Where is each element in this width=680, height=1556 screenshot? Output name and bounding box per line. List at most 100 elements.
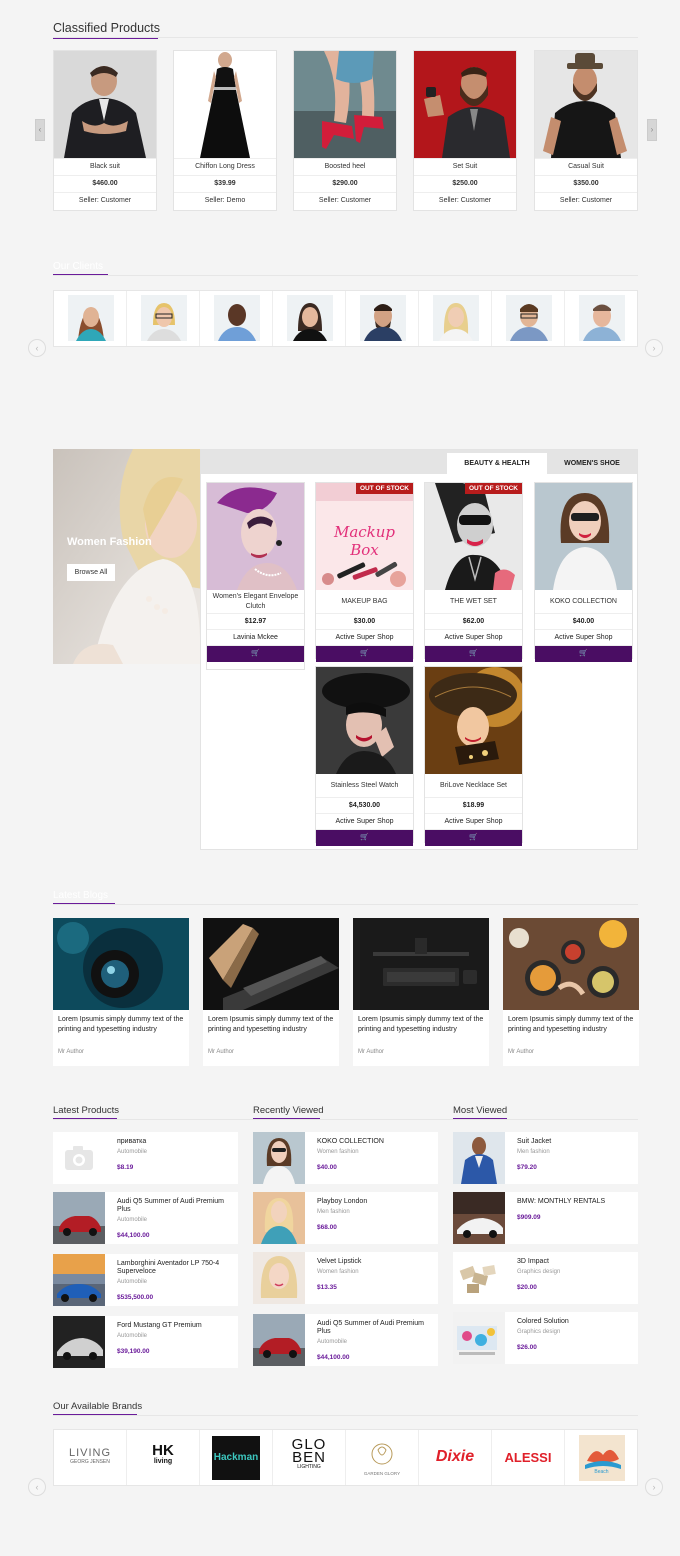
product-image[interactable]: [535, 483, 632, 590]
add-to-cart-button[interactable]: 🛒: [535, 646, 632, 662]
client-logo[interactable]: [565, 291, 638, 346]
prev-arrow-button[interactable]: ‹: [35, 119, 45, 141]
product-card[interactable]: OUT OF STOCK THE WET SET $62.00 Active S…: [424, 482, 523, 662]
product-name[interactable]: Set Suit: [414, 158, 516, 175]
client-logo[interactable]: [54, 291, 127, 346]
brand-logo-alessi[interactable]: ALESSI: [492, 1430, 565, 1485]
product-thumbnail[interactable]: [253, 1132, 305, 1184]
product-thumbnail[interactable]: [453, 1312, 505, 1364]
classified-card[interactable]: Set Suit $250.00 Seller: Customer: [413, 50, 517, 211]
product-thumbnail[interactable]: [53, 1132, 105, 1184]
product-name[interactable]: Lamborghini Aventador LP 750-4 Supervelo…: [117, 1260, 232, 1276]
brand-logo-hackman[interactable]: Hackman: [200, 1430, 273, 1485]
product-name[interactable]: Audi Q5 Summer of Audi Premium Plus: [317, 1320, 432, 1336]
product-thumbnail[interactable]: [453, 1192, 505, 1244]
product-thumbnail[interactable]: [453, 1132, 505, 1184]
clients-next-button[interactable]: ›: [645, 339, 663, 357]
recent-product-item[interactable]: KOKO COLLECTION Women fashion $40.00: [253, 1132, 438, 1184]
add-to-cart-button[interactable]: 🛒: [425, 646, 522, 662]
product-name[interactable]: MAKEUP BAG: [316, 590, 413, 614]
add-to-cart-button[interactable]: 🛒: [316, 646, 413, 662]
add-to-cart-button[interactable]: 🛒: [316, 830, 413, 846]
product-image[interactable]: [425, 667, 522, 774]
brands-prev-button[interactable]: ‹: [28, 1478, 46, 1496]
product-name[interactable]: Suit Jacket: [517, 1138, 632, 1146]
product-shop[interactable]: Lavinia Mckee: [207, 630, 304, 646]
classified-card[interactable]: Chiffon Long Dress $39.99 Seller: Demo: [173, 50, 277, 211]
blog-card[interactable]: Lorem Ipsumis simply dummy text of the p…: [203, 918, 339, 1066]
product-name[interactable]: Women's Elegant Envelope Clutch: [207, 590, 304, 614]
product-thumbnail[interactable]: [253, 1252, 305, 1304]
blog-excerpt[interactable]: Lorem Ipsumis simply dummy text of the p…: [53, 1010, 189, 1049]
brand-logo-garden-glory[interactable]: GARDEN GLORY: [346, 1430, 419, 1485]
product-name[interactable]: Chiffon Long Dress: [174, 158, 276, 175]
latest-product-item[interactable]: приватка Automobile $8.19: [53, 1132, 238, 1184]
client-logo[interactable]: [346, 291, 419, 346]
clients-prev-button[interactable]: ‹: [28, 339, 46, 357]
product-thumbnail[interactable]: [253, 1314, 305, 1366]
product-card[interactable]: Women's Elegant Envelope Clutch $12.97 L…: [206, 482, 305, 670]
tab-womens-shoe[interactable]: WOMEN'S SHOE: [547, 453, 637, 474]
product-thumbnail[interactable]: [53, 1192, 105, 1244]
product-name[interactable]: 3D Impact: [517, 1258, 632, 1266]
product-image[interactable]: OUT OF STOCK: [425, 483, 522, 590]
brand-logo-globen[interactable]: GLO BEN LIGHTING: [273, 1430, 346, 1485]
product-thumbnail[interactable]: [53, 1254, 105, 1306]
product-name[interactable]: Boosted heel: [294, 158, 396, 175]
brands-next-button[interactable]: ›: [645, 1478, 663, 1496]
classified-card[interactable]: Casual Suit $350.00 Seller: Customer: [534, 50, 638, 211]
classified-card[interactable]: Black suit $460.00 Seller: Customer: [53, 50, 157, 211]
tab-beauty-health[interactable]: BEAUTY & HEALTH: [447, 453, 547, 474]
product-name[interactable]: Colored Solution: [517, 1318, 632, 1326]
product-shop[interactable]: Active Super Shop: [535, 630, 632, 646]
next-arrow-button[interactable]: ›: [647, 119, 657, 141]
product-image[interactable]: [54, 51, 156, 158]
latest-product-item[interactable]: Audi Q5 Summer of Audi Premium Plus Auto…: [53, 1192, 238, 1244]
client-logo[interactable]: [127, 291, 200, 346]
product-name[interactable]: KOKO COLLECTION: [535, 590, 632, 614]
recent-product-item[interactable]: Playboy London Men fashion $68.00: [253, 1192, 438, 1244]
product-name[interactable]: Black suit: [54, 158, 156, 175]
blog-excerpt[interactable]: Lorem Ipsumis simply dummy text of the p…: [203, 1010, 339, 1049]
blog-image[interactable]: [53, 918, 189, 1010]
brand-logo-beach[interactable]: Beach: [565, 1430, 638, 1485]
product-name[interactable]: BMW: MONTHLY RENTALS: [517, 1198, 632, 1206]
blog-image[interactable]: [503, 918, 639, 1010]
client-logo[interactable]: [200, 291, 273, 346]
product-thumbnail[interactable]: [253, 1192, 305, 1244]
brand-logo-hk-living[interactable]: HK living: [127, 1430, 200, 1485]
product-name[interactable]: BriLove Necklace Set: [425, 774, 522, 798]
product-shop[interactable]: Active Super Shop: [425, 814, 522, 830]
client-logo[interactable]: [492, 291, 565, 346]
product-name[interactable]: Stainless Steel Watch: [316, 774, 413, 798]
product-thumbnail[interactable]: [453, 1252, 505, 1304]
blog-card[interactable]: Lorem Ipsumis simply dummy text of the p…: [53, 918, 189, 1066]
blog-card[interactable]: Lorem Ipsumis simply dummy text of the p…: [503, 918, 639, 1066]
classified-card[interactable]: Boosted heel $290.00 Seller: Customer: [293, 50, 397, 211]
product-image[interactable]: Mackup Box OUT OF STOCK: [316, 483, 413, 590]
product-image[interactable]: [174, 51, 276, 158]
blog-excerpt[interactable]: Lorem Ipsumis simply dummy text of the p…: [503, 1010, 639, 1049]
product-image[interactable]: [207, 483, 304, 590]
recent-product-item[interactable]: Audi Q5 Summer of Audi Premium Plus Auto…: [253, 1314, 438, 1366]
blog-image[interactable]: [353, 918, 489, 1010]
browse-all-button[interactable]: Browse All: [67, 564, 115, 581]
brand-logo-dixie[interactable]: Dixie: [419, 1430, 492, 1485]
product-card[interactable]: KOKO COLLECTION $40.00 Active Super Shop…: [534, 482, 633, 662]
product-card[interactable]: BriLove Necklace Set $18.99 Active Super…: [424, 666, 523, 846]
recent-product-item[interactable]: Velvet Lipstick Women fashion $13.35: [253, 1252, 438, 1304]
brand-logo-living[interactable]: LIVING GEORG JENSEN: [54, 1430, 127, 1485]
blog-excerpt[interactable]: Lorem Ipsumis simply dummy text of the p…: [353, 1010, 489, 1049]
latest-product-item[interactable]: Lamborghini Aventador LP 750-4 Supervelo…: [53, 1254, 238, 1306]
product-image[interactable]: [316, 667, 413, 774]
product-name[interactable]: KOKO COLLECTION: [317, 1138, 432, 1146]
most-viewed-item[interactable]: 3D Impact Graphics design $20.00: [453, 1252, 638, 1304]
product-shop[interactable]: Active Super Shop: [425, 630, 522, 646]
product-name[interactable]: Ford Mustang GT Premium: [117, 1322, 232, 1330]
product-shop[interactable]: Active Super Shop: [316, 630, 413, 646]
product-image[interactable]: [294, 51, 396, 158]
product-name[interactable]: приватка: [117, 1138, 232, 1146]
most-viewed-item[interactable]: Suit Jacket Men fashion $79.20: [453, 1132, 638, 1184]
product-image[interactable]: [535, 51, 637, 158]
most-viewed-item[interactable]: Colored Solution Graphics design $26.00: [453, 1312, 638, 1364]
